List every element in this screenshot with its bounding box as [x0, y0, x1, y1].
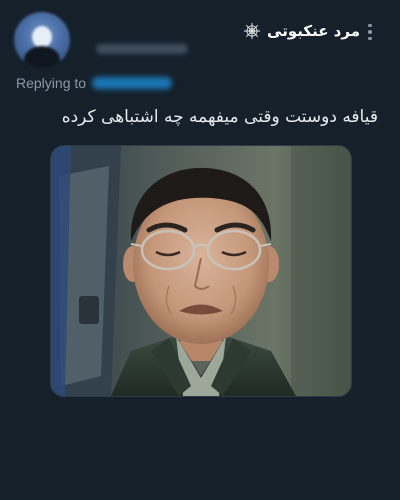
- replying-to: Replying to: [16, 75, 173, 91]
- tweet: مرد عنکبوتی Replying to قیافه دوستت وقتی…: [0, 0, 400, 500]
- replying-to-handle-blurred[interactable]: [92, 77, 173, 89]
- tweet-text: قیافه دوستت وقتی میفهمه چه اشتباهی کرده: [61, 107, 378, 127]
- author-handle-blurred: [96, 44, 188, 54]
- author-row: مرد عنکبوتی: [84, 22, 360, 40]
- spider-web-icon: [243, 22, 261, 40]
- author-display-name[interactable]: مرد عنکبوتی: [267, 22, 360, 40]
- tweet-media-image[interactable]: [50, 145, 352, 397]
- replying-to-label: Replying to: [16, 75, 87, 91]
- avatar[interactable]: [14, 12, 70, 68]
- more-options-icon[interactable]: [360, 20, 380, 44]
